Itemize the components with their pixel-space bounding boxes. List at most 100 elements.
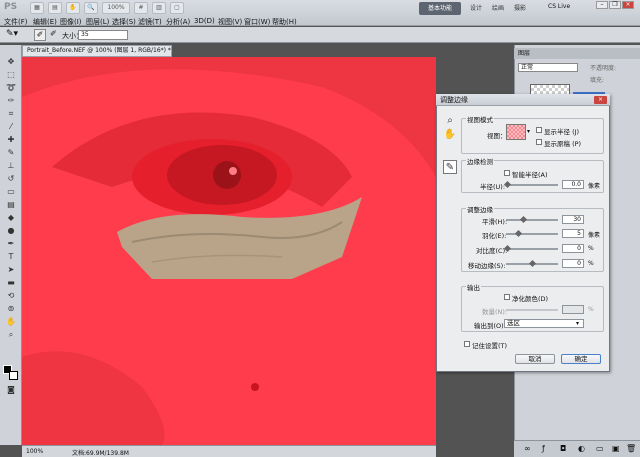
arrange-icon[interactable]: ▥ [152, 2, 166, 14]
view-mode-thumbnail[interactable] [506, 124, 526, 140]
folder-icon[interactable]: ▭ [596, 444, 604, 453]
radius-slider[interactable] [506, 184, 558, 186]
menu-select[interactable]: 选择(S) [112, 17, 136, 27]
dialog-hand-icon[interactable]: ✋ [443, 128, 457, 142]
grid-icon[interactable]: # [134, 2, 148, 14]
bridge-icon[interactable]: ▦ [30, 2, 44, 14]
feather-unit: 像素 [588, 232, 601, 239]
menu-analysis[interactable]: 分析(A) [166, 17, 190, 27]
new-layer-icon[interactable]: ▣ [612, 444, 620, 453]
zoom-tool-icon[interactable]: ⌕ [5, 330, 17, 340]
dodge-tool-icon[interactable]: ● [5, 226, 17, 236]
layers-panel-footer: ∞ ƒ ◘ ◐ ▭ ▣ 🗑 [514, 440, 640, 457]
status-zoom[interactable]: 100% [26, 448, 43, 455]
lasso-tool-icon[interactable]: ➰ [5, 83, 17, 93]
document-tab[interactable]: Portrait_Before.NEF @ 100% (图层 1, RGB/16… [22, 45, 172, 57]
brush-size-input[interactable]: 35 [78, 30, 128, 40]
dialog-close-icon[interactable]: × [594, 96, 607, 104]
healing-tool-icon[interactable]: ✚ [5, 135, 17, 145]
history-brush-icon[interactable]: ↺ [5, 174, 17, 184]
menu-bar: 文件(F) 编辑(E) 图像(I) 图层(L) 选择(S) 滤镜(T) 分析(A… [0, 17, 640, 27]
quick-select-tool-icon[interactable]: ✑ [5, 96, 17, 106]
mask-icon[interactable]: ◘ [560, 444, 566, 453]
menu-window[interactable]: 窗口(W) [244, 17, 270, 27]
hand-tool-icon[interactable]: ✋ [5, 317, 17, 327]
background-color-swatch[interactable] [9, 371, 18, 380]
menu-help[interactable]: 帮助(H) [272, 17, 297, 27]
show-original-checkbox[interactable] [536, 139, 542, 145]
minibridge-icon[interactable]: ▤ [48, 2, 62, 14]
shift-edge-input[interactable]: 0 [562, 259, 584, 268]
output-dropdown-arrow-icon[interactable]: ▾ [576, 320, 579, 327]
view-dropdown-arrow-icon[interactable]: ▾ [527, 128, 530, 135]
zoom-icon[interactable]: 🔍 [84, 2, 98, 14]
layers-panel-title[interactable]: 图层 [514, 48, 640, 59]
decontaminate-label: 净化颜色(D) [512, 295, 549, 303]
menu-3d[interactable]: 3D(D) [194, 17, 215, 25]
image-canvas[interactable] [22, 57, 436, 445]
zoom-level[interactable]: 100% [102, 2, 130, 14]
menu-filter[interactable]: 滤镜(T) [138, 17, 162, 27]
show-radius-label: 显示半径 (J) [544, 128, 580, 136]
screen-mode-icon[interactable]: ▢ [170, 2, 184, 14]
minimize-icon[interactable]: – [596, 1, 608, 9]
restore-icon[interactable]: ❐ [609, 1, 621, 9]
gradient-tool-icon[interactable]: ▤ [5, 200, 17, 210]
pen-tool-icon[interactable]: ✒ [5, 239, 17, 249]
erase-refine-icon[interactable]: ✐ [50, 29, 57, 38]
3d-rotate-tool-icon[interactable]: ⟲ [5, 291, 17, 301]
menu-view[interactable]: 视图(V) [218, 17, 242, 27]
output-to-select[interactable]: 选区 [504, 319, 584, 328]
path-select-tool-icon[interactable]: ➤ [5, 265, 17, 275]
brush-preset-icon[interactable]: ✎▾ [6, 29, 18, 39]
3d-orbit-tool-icon[interactable]: ⊚ [5, 304, 17, 314]
contrast-slider[interactable] [506, 248, 558, 250]
menu-image[interactable]: 图像(I) [60, 17, 82, 27]
shape-tool-icon[interactable]: ▬ [5, 278, 17, 288]
marquee-tool-icon[interactable]: ⬚ [5, 70, 17, 80]
smooth-slider[interactable] [506, 219, 558, 221]
hand-icon[interactable]: ✋ [66, 2, 80, 14]
show-radius-checkbox[interactable] [536, 127, 542, 133]
fx-icon[interactable]: ƒ [542, 444, 545, 453]
radius-input[interactable]: 0.0 [562, 180, 584, 189]
crop-tool-icon[interactable]: ⌗ [5, 109, 17, 119]
cs-live-button[interactable]: CS Live [548, 3, 570, 10]
workspace-design[interactable]: 设计 [470, 3, 482, 12]
blur-tool-icon[interactable]: ◆ [5, 213, 17, 223]
shift-edge-unit: % [588, 260, 594, 267]
adjustment-icon[interactable]: ◐ [578, 444, 585, 453]
menu-file[interactable]: 文件(F) [4, 17, 28, 27]
link-layers-icon[interactable]: ∞ [524, 444, 531, 453]
amount-label: 数量(N): [482, 308, 508, 316]
brush-tool-icon[interactable]: ✎ [5, 148, 17, 158]
workspace-essentials-button[interactable]: 基本功能 [419, 2, 461, 15]
quick-mask-icon[interactable]: ◙ [5, 385, 17, 395]
edge-detection-heading: 边缘检测 [466, 156, 494, 166]
close-icon[interactable]: × [622, 1, 634, 9]
eyedropper-tool-icon[interactable]: ⁄ [5, 122, 17, 132]
refine-radius-icon[interactable]: ✐ [34, 29, 46, 41]
remember-settings-checkbox[interactable] [464, 341, 470, 347]
eraser-tool-icon[interactable]: ▭ [5, 187, 17, 197]
decontaminate-checkbox[interactable] [504, 294, 510, 300]
type-tool-icon[interactable]: T [5, 252, 17, 262]
cancel-button[interactable]: 取消 [515, 354, 555, 364]
smooth-input[interactable]: 30 [562, 215, 584, 224]
dialog-zoom-icon[interactable]: ⌕ [443, 114, 457, 128]
workspace-painting[interactable]: 绘画 [492, 3, 504, 12]
blend-mode-select[interactable]: 正常 [518, 63, 578, 72]
ok-button[interactable]: 确定 [561, 354, 601, 364]
feather-input[interactable]: 5 [562, 229, 584, 238]
menu-layer[interactable]: 图层(L) [86, 17, 109, 27]
app-logo: PS [4, 2, 18, 12]
dialog-title: 调整边缘 [436, 94, 610, 106]
move-tool-icon[interactable]: ✥ [5, 57, 17, 67]
workspace-photography[interactable]: 摄影 [514, 3, 526, 12]
stamp-tool-icon[interactable]: ⊥ [5, 161, 17, 171]
contrast-input[interactable]: 0 [562, 244, 584, 253]
menu-edit[interactable]: 编辑(E) [33, 17, 57, 27]
refine-radius-tool-icon[interactable]: ✎ [443, 160, 457, 174]
smart-radius-checkbox[interactable] [504, 170, 510, 176]
trash-icon[interactable]: 🗑 [626, 444, 636, 453]
